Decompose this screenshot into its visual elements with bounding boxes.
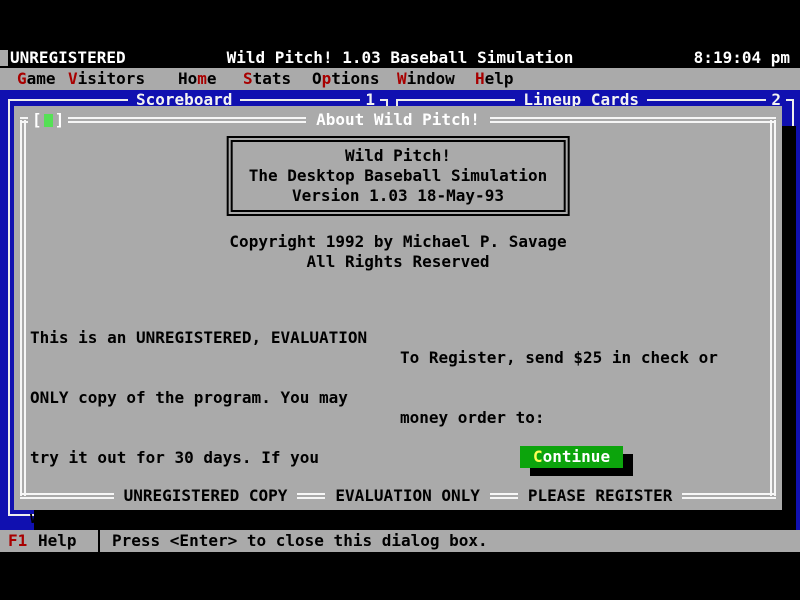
dialog-border-line <box>297 493 325 499</box>
dialog-border-left <box>20 120 26 496</box>
window-border-line <box>647 99 766 101</box>
dialog-border-right <box>770 120 776 496</box>
menu-item-visitors[interactable]: Visitors <box>68 69 145 89</box>
continue-button[interactable]: Continue <box>520 446 623 468</box>
window-border-corner <box>380 99 388 101</box>
dialog-shadow-right <box>782 126 796 530</box>
desktop: Scoreboard 1 Lineup Cards 2 About Wild P… <box>0 90 800 530</box>
menu-item-window[interactable]: Window <box>397 69 455 89</box>
title-bar: Wild Pitch! 1.03 Baseball Simulation UNR… <box>0 48 800 68</box>
menu-item-help[interactable]: Help <box>475 69 514 89</box>
close-bracket-left: [ <box>32 110 42 129</box>
menu-item-options[interactable]: Options <box>312 69 379 89</box>
footer-badge-register: PLEASE REGISTER <box>518 486 683 506</box>
menu-item-home[interactable]: Home <box>178 69 217 89</box>
evaluation-text: This is an UNREGISTERED, EVALUATION ONLY… <box>30 288 367 600</box>
window-border-line <box>396 99 515 101</box>
dialog-footer: UNREGISTERED COPY EVALUATION ONLY PLEASE… <box>20 486 776 506</box>
dialog-title-row: About Wild Pitch! <box>20 110 776 130</box>
evaluation-text-line: ONLY copy of the program. You may <box>30 388 367 408</box>
register-intro-line: To Register, send $25 in check or <box>400 348 728 368</box>
window-border-line <box>8 99 128 101</box>
register-intro-line: money order to: <box>400 408 728 428</box>
statusbar-message: Press <Enter> to close this dialog box. <box>112 530 488 552</box>
dialog-border-line <box>490 117 776 123</box>
footer-badge-evaluation: EVALUATION ONLY <box>325 486 490 506</box>
window-border-corner <box>786 99 794 101</box>
statusbar-separator <box>98 530 100 552</box>
copyright-line: Copyright 1992 by Michael P. Savage <box>14 232 782 252</box>
evaluation-text-line: you'll have to register. When you <box>30 568 367 588</box>
app-screen: Wild Pitch! 1.03 Baseball Simulation UNR… <box>0 0 800 600</box>
menu-bar: Game Visitors Home Stats Options Window … <box>0 68 800 90</box>
menu-item-game[interactable]: Game <box>17 69 56 89</box>
dialog-border-line <box>490 493 518 499</box>
footer-badge-unregistered: UNREGISTERED COPY <box>114 486 298 506</box>
close-bracket-right: ] <box>55 110 65 129</box>
about-box: Wild Pitch! The Desktop Baseball Simulat… <box>227 136 570 216</box>
evaluation-text-line: This is an UNREGISTERED, EVALUATION <box>30 328 367 348</box>
help-label: Help <box>38 530 77 552</box>
product-tagline: The Desktop Baseball Simulation <box>249 166 548 186</box>
register-address-line: PO Box 536, Glen Ridge, NJ 07028 <box>400 590 728 600</box>
f1-key-hint: F1 <box>8 530 27 552</box>
status-bar: F1 Help Press <Enter> to close this dial… <box>0 530 800 552</box>
product-name: Wild Pitch! <box>249 146 548 166</box>
copyright-block: Copyright 1992 by Michael P. Savage All … <box>14 232 782 272</box>
registration-status: UNREGISTERED <box>10 48 126 68</box>
rights-line: All Rights Reserved <box>14 252 782 272</box>
evaluation-text-line: would like to continue to use it, <box>30 508 367 528</box>
window-border-line <box>240 99 360 101</box>
dialog-border-line <box>682 493 776 499</box>
about-dialog: About Wild Pitch! [] Wild Pitch! The Des… <box>14 106 782 510</box>
dialog-close-button[interactable]: [] <box>28 110 68 130</box>
dialog-title: About Wild Pitch! <box>306 110 490 130</box>
close-icon <box>44 114 53 127</box>
clock: 8:19:04 pm <box>694 48 790 68</box>
dialog-border-line <box>20 493 114 499</box>
menu-item-stats[interactable]: Stats <box>243 69 291 89</box>
version-line: Version 1.03 18-May-93 <box>249 186 548 206</box>
evaluation-text-line: try it out for 30 days. If you <box>30 448 367 468</box>
